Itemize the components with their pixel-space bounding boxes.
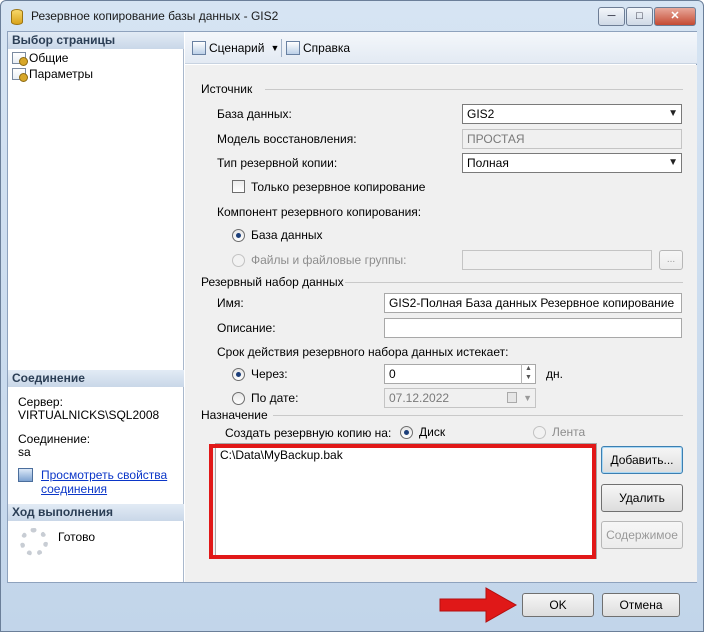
connection-properties-icon bbox=[18, 468, 33, 482]
backup-type-value: Полная bbox=[467, 156, 509, 170]
destination-tape-radio[interactable] bbox=[533, 426, 546, 439]
destination-disk-label: Диск bbox=[419, 425, 446, 439]
backup-type-select[interactable]: Полная ▼ bbox=[462, 153, 682, 173]
connection-label: Соединение: bbox=[18, 432, 91, 446]
highlight-box bbox=[209, 444, 596, 559]
backup-set-description-input[interactable] bbox=[384, 318, 682, 338]
backup-set-name-label: Имя: bbox=[217, 296, 244, 310]
page-icon bbox=[12, 68, 28, 82]
backup-type-label: Тип резервной копии: bbox=[217, 156, 338, 170]
help-icon bbox=[286, 41, 300, 55]
database-select[interactable]: GIS2 ▼ bbox=[462, 104, 682, 124]
title-bar: Резервное копирование базы данных - GIS2… bbox=[1, 1, 703, 31]
page-item-general[interactable]: Общие bbox=[12, 50, 68, 66]
backup-set-name-input[interactable]: GIS2-Полная База данных Резервное копиро… bbox=[384, 293, 682, 313]
minimize-button[interactable]: ─ bbox=[598, 7, 625, 26]
component-database-label: База данных bbox=[251, 228, 323, 242]
expires-after-days-value: 0 bbox=[389, 367, 396, 381]
copy-only-label: Только резервное копирование bbox=[251, 180, 426, 194]
page-icon bbox=[12, 52, 28, 66]
expires-on-date-radio[interactable] bbox=[232, 392, 245, 405]
days-spinner[interactable]: ▲ ▼ bbox=[521, 364, 535, 384]
destination-disk-radio[interactable] bbox=[400, 426, 413, 439]
divider bbox=[273, 415, 683, 416]
source-group-label: Источник bbox=[201, 82, 253, 96]
view-connection-properties-link[interactable]: Просмотреть свойства соединения bbox=[41, 468, 167, 496]
days-unit-label: дн. bbox=[546, 367, 563, 381]
database-icon bbox=[11, 9, 23, 25]
progress-status: Готово bbox=[58, 530, 96, 544]
script-label: Сценарий bbox=[209, 41, 265, 55]
progress-spinner-icon bbox=[20, 528, 48, 556]
toolbar-separator bbox=[281, 39, 282, 57]
maximize-button[interactable]: □ bbox=[626, 7, 653, 26]
toolbar: Сценарий ▼ Справка bbox=[185, 32, 697, 64]
component-database-radio[interactable] bbox=[232, 229, 245, 242]
spinner-down-icon[interactable]: ▼ bbox=[522, 373, 535, 382]
contents-button[interactable]: Содержимое bbox=[601, 521, 683, 549]
close-button[interactable]: ✕ bbox=[654, 7, 696, 26]
backup-dialog-window: Резервное копирование базы данных - GIS2… bbox=[0, 0, 704, 632]
chevron-down-icon[interactable]: ▼ bbox=[270, 39, 279, 57]
component-files-radio[interactable] bbox=[232, 254, 245, 267]
page-item-options[interactable]: Параметры bbox=[12, 66, 93, 82]
expiration-label: Срок действия резервного набора данных и… bbox=[217, 345, 509, 359]
backup-to-label: Создать резервную копию на: bbox=[225, 426, 392, 440]
divider bbox=[265, 89, 683, 90]
link-line-1[interactable]: Просмотреть свойства bbox=[41, 468, 167, 482]
page-item-label: Параметры bbox=[29, 67, 93, 81]
connection-value: sa bbox=[18, 445, 31, 459]
script-button[interactable]: Сценарий ▼ bbox=[192, 39, 279, 57]
chevron-down-icon[interactable]: ▼ bbox=[523, 389, 532, 407]
chevron-down-icon: ▼ bbox=[668, 108, 678, 119]
component-files-label: Файлы и файловые группы: bbox=[251, 253, 407, 267]
destination-tape-label: Лента bbox=[552, 425, 586, 439]
destination-group-label: Назначение bbox=[201, 408, 268, 422]
copy-only-checkbox[interactable] bbox=[232, 180, 245, 193]
expires-on-date-label: По дате: bbox=[251, 391, 299, 405]
calendar-icon[interactable] bbox=[507, 392, 517, 403]
backup-set-description-label: Описание: bbox=[217, 321, 276, 335]
spinner-up-icon[interactable]: ▲ bbox=[522, 364, 535, 373]
files-filegroups-field bbox=[462, 250, 652, 270]
help-label: Справка bbox=[303, 41, 351, 55]
recovery-model-field: ПРОСТАЯ bbox=[462, 129, 682, 149]
expires-on-date-picker[interactable]: 07.12.2022 ▼ bbox=[384, 388, 536, 408]
browse-files-button[interactable]: ... bbox=[659, 250, 683, 270]
expires-on-date-value: 07.12.2022 bbox=[389, 391, 450, 405]
window-title: Резервное копирование базы данных - GIS2 bbox=[31, 9, 279, 23]
left-pane: Выбор страницы Общие Параметры Соединени… bbox=[8, 32, 184, 582]
help-button[interactable]: Справка bbox=[286, 39, 350, 57]
divider bbox=[345, 282, 683, 283]
ok-button[interactable]: OK bbox=[522, 593, 594, 617]
backup-component-label: Компонент резервного копирования: bbox=[217, 205, 422, 219]
cancel-button[interactable]: Отмена bbox=[602, 593, 680, 617]
expires-after-label: Через: bbox=[251, 367, 288, 381]
recovery-model-label: Модель восстановления: bbox=[217, 132, 357, 146]
expires-after-days-input[interactable]: 0 ▲ ▼ bbox=[384, 364, 536, 384]
page-item-label: Общие bbox=[29, 51, 69, 65]
select-page-header: Выбор страницы bbox=[8, 32, 184, 49]
red-arrow-annotation bbox=[439, 587, 518, 623]
server-label: Сервер: bbox=[18, 395, 63, 409]
progress-header: Ход выполнения bbox=[8, 504, 184, 521]
database-label: База данных: bbox=[217, 107, 292, 121]
link-line-2[interactable]: соединения bbox=[41, 482, 167, 496]
database-select-value: GIS2 bbox=[467, 107, 495, 121]
script-icon bbox=[192, 41, 206, 55]
add-destination-button[interactable]: Добавить... bbox=[601, 446, 683, 474]
expires-after-radio[interactable] bbox=[232, 368, 245, 381]
chevron-down-icon: ▼ bbox=[668, 157, 678, 168]
server-value: VIRTUALNICKS\SQL2008 bbox=[18, 408, 160, 422]
backup-set-group-label: Резервный набор данных bbox=[201, 275, 344, 289]
connection-header: Соединение bbox=[8, 370, 184, 387]
remove-destination-button[interactable]: Удалить bbox=[601, 484, 683, 512]
